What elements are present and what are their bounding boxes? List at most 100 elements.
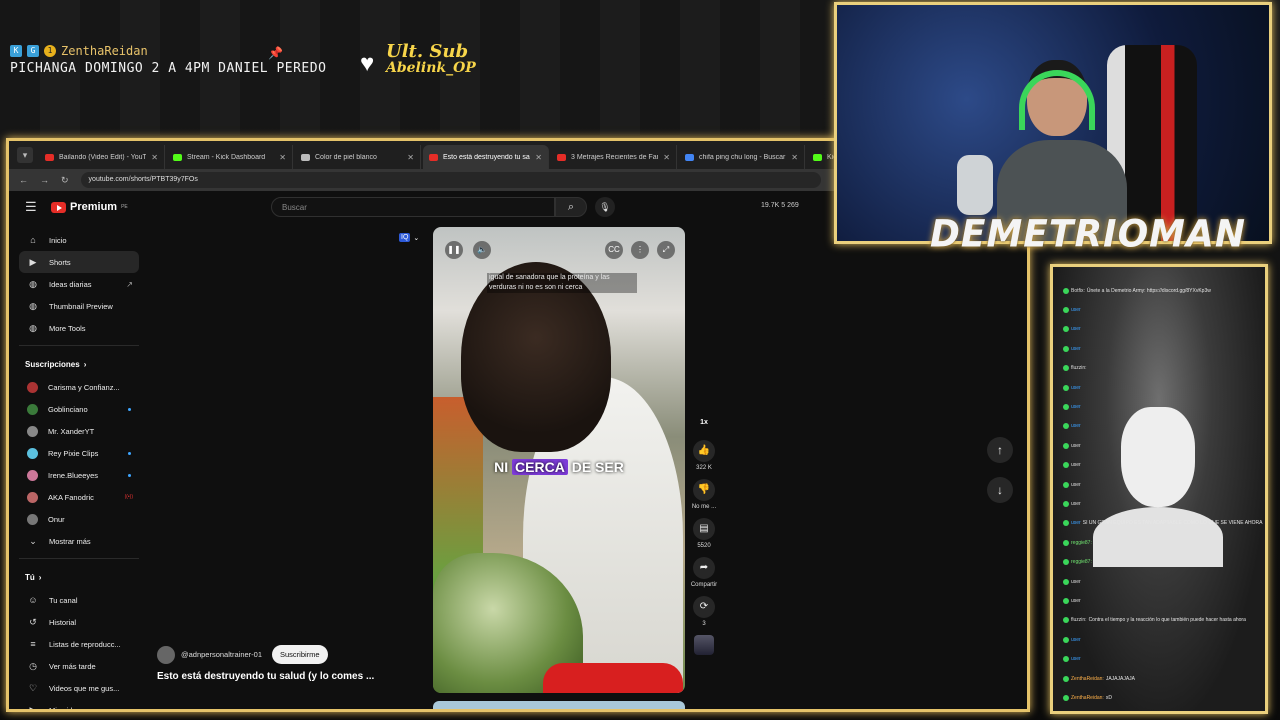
sidebar-item-shorts[interactable]: ▶ Shorts xyxy=(19,251,139,273)
chat-badge-icon xyxy=(1063,617,1069,624)
you-item-icon: ◷ xyxy=(29,661,37,671)
arrow-down-icon[interactable]: ↓ xyxy=(987,477,1013,503)
subscriptions-header[interactable]: Suscripciones › xyxy=(19,352,139,376)
more-vert-icon[interactable]: ⋮ xyxy=(631,241,649,259)
subscription-item[interactable]: AKA Fanodric ((•)) xyxy=(19,486,139,508)
next-short-preview[interactable] xyxy=(433,701,685,709)
chat-badge-icon xyxy=(1063,442,1069,449)
show-more-button[interactable]: ⌄ Mostrar más xyxy=(19,530,139,552)
url-field[interactable]: youtube.com/shorts/PTBT39y7FOs xyxy=(80,172,821,188)
subscription-item[interactable]: Irene.Blueeyes xyxy=(19,464,139,486)
sound-thumbnail[interactable] xyxy=(694,635,714,655)
chat-username: user xyxy=(1071,423,1081,430)
short-video-player[interactable]: ❚❚ 🔈 CC ⋮ ⤢ igual de sanadora que la pro… xyxy=(433,227,685,693)
chat-username: user xyxy=(1071,656,1081,663)
dislike-label: No me ... xyxy=(691,504,717,510)
channel-name[interactable]: @adnpersonaltrainer-01 xyxy=(181,650,262,659)
comment-icon: ▤ xyxy=(693,518,715,540)
subscription-item[interactable]: Onur xyxy=(19,508,139,530)
close-icon[interactable]: ✕ xyxy=(535,153,542,162)
subscription-item[interactable]: Carisma y Confianz... xyxy=(19,376,139,398)
chat-message: user xyxy=(1063,456,1263,475)
volume-icon[interactable]: 🔈 xyxy=(473,241,491,259)
menu-icon[interactable]: ☰ xyxy=(25,199,41,215)
show-more-label: Mostrar más xyxy=(49,536,91,546)
subscribe-button[interactable]: Suscribirme xyxy=(272,645,328,664)
close-icon[interactable]: ✕ xyxy=(663,153,670,162)
browser-tab[interactable]: Stream - Kick Dashboard ✕ xyxy=(167,145,293,169)
pause-icon[interactable]: ❚❚ xyxy=(445,241,463,259)
you-item[interactable]: ≡ Listas de reproducc... xyxy=(19,633,139,655)
close-icon[interactable]: ✕ xyxy=(151,153,158,162)
video-title[interactable]: Esto está destruyendo tu salud (y lo com… xyxy=(157,671,374,682)
captions-icon[interactable]: CC xyxy=(605,241,623,259)
chat-badge-icon xyxy=(1063,287,1069,294)
microphone-icon[interactable]: 🎙 xyxy=(595,197,615,217)
sidebar-item-inicio[interactable]: ⌂ Inicio xyxy=(19,229,139,251)
tab-search-icon[interactable]: ▾ xyxy=(17,147,33,163)
browser-tab[interactable]: Esto está destruyendo tu sa ✕ xyxy=(423,145,549,169)
browser-tab[interactable]: chifa ping chu long - Buscar co ✕ xyxy=(679,145,805,169)
chat-message: user SI UN GRAN EQUIPO ES TAN ADAPTABLE C… xyxy=(1063,514,1263,533)
tab-list: Bailando (Video Edit) - YouTube✕Stream -… xyxy=(39,145,933,169)
subscription-item[interactable]: Rey Pixie Clips xyxy=(19,442,139,464)
you-item-label: Tu canal xyxy=(49,595,78,605)
you-item[interactable]: ◷ Ver más tarde xyxy=(19,655,139,677)
you-item[interactable]: ▶ Mis videos xyxy=(19,699,139,712)
you-item-icon: ♡ xyxy=(28,683,38,693)
playback-speed[interactable]: 1x xyxy=(687,419,721,426)
number-icon: 1 xyxy=(44,45,56,57)
sidebar-item-more-tools[interactable]: ◍ More Tools xyxy=(19,317,139,339)
sidebar-item-ideas-diarias[interactable]: ◍ Ideas diarias ↗ xyxy=(19,273,139,295)
dislike-button[interactable]: 👎 No me ... xyxy=(687,479,721,510)
subscription-label: Onur xyxy=(48,514,65,524)
share-button[interactable]: ➦ Compartir xyxy=(687,557,721,588)
browser-tab[interactable]: Bailando (Video Edit) - YouTube ✕ xyxy=(39,145,165,169)
back-icon[interactable]: ← xyxy=(19,175,28,185)
channel-avatar xyxy=(27,403,38,415)
webcam-feed xyxy=(834,2,1272,244)
subscription-label: AKA Fanodric xyxy=(48,492,94,502)
subscription-item[interactable]: Mr. XanderYT xyxy=(19,420,139,442)
search-input[interactable]: Buscar xyxy=(271,197,555,217)
you-item[interactable]: ♡ Videos que me gus... xyxy=(19,677,139,699)
forward-icon[interactable]: → xyxy=(40,175,49,185)
subscription-item[interactable]: Goblinciano xyxy=(19,398,139,420)
chat-message: reggie87: xyxy=(1063,552,1263,571)
chat-text: Contra el tiempo y la reacción lo que ta… xyxy=(1088,617,1246,624)
chevron-down-icon: ⌄ xyxy=(413,234,420,242)
divider xyxy=(19,345,139,346)
last-sub-user: Abelink_OP xyxy=(386,60,476,76)
arrow-up-icon[interactable]: ↑ xyxy=(987,437,1013,463)
iq-icon: IQ xyxy=(399,233,411,242)
you-item-label: Mis videos xyxy=(49,705,85,712)
you-item[interactable]: ↺ Historial xyxy=(19,611,139,633)
new-content-dot xyxy=(128,473,131,477)
chat-username: fluzzin: xyxy=(1071,617,1087,624)
you-item[interactable]: ☺ Tu canal xyxy=(19,589,139,611)
sidebar-item-thumbnail-preview[interactable]: ◍ Thumbnail Preview xyxy=(19,295,139,317)
fullscreen-icon[interactable]: ⤢ xyxy=(657,241,675,259)
chat-username: reggie87: xyxy=(1071,539,1092,546)
you-header[interactable]: Tú › xyxy=(19,565,139,589)
extension-badge[interactable]: IQ ⌄ xyxy=(399,233,419,242)
chat-username: user xyxy=(1071,404,1081,411)
browser-tab[interactable]: 3 Metrajes Recientes de Fantas ✕ xyxy=(551,145,677,169)
remix-button[interactable]: ⟳ 3 xyxy=(687,596,721,627)
reload-icon[interactable]: ↻ xyxy=(61,175,69,186)
browser-tab[interactable]: Color de piel blanco ✕ xyxy=(295,145,421,169)
search-icon[interactable]: ⌕ xyxy=(555,197,587,217)
youtube-logo[interactable]: Premium PE xyxy=(51,201,128,213)
favicon-icon xyxy=(429,153,438,161)
close-icon[interactable]: ✕ xyxy=(791,153,798,162)
close-icon[interactable]: ✕ xyxy=(407,153,414,162)
pin-icon: 📌 xyxy=(268,46,283,60)
chat-message: user xyxy=(1063,649,1263,668)
close-icon[interactable]: ✕ xyxy=(279,153,286,162)
like-button[interactable]: 👍 322 K xyxy=(687,440,721,471)
comments-button[interactable]: ▤ 5520 xyxy=(687,518,721,549)
chat-text: Únete a la Demetrio Army: https://discor… xyxy=(1086,287,1211,294)
channel-avatar[interactable] xyxy=(157,645,175,664)
channel-avatar xyxy=(27,425,38,437)
video-caption-top: igual de sanadora que la proteína y las … xyxy=(487,273,637,293)
